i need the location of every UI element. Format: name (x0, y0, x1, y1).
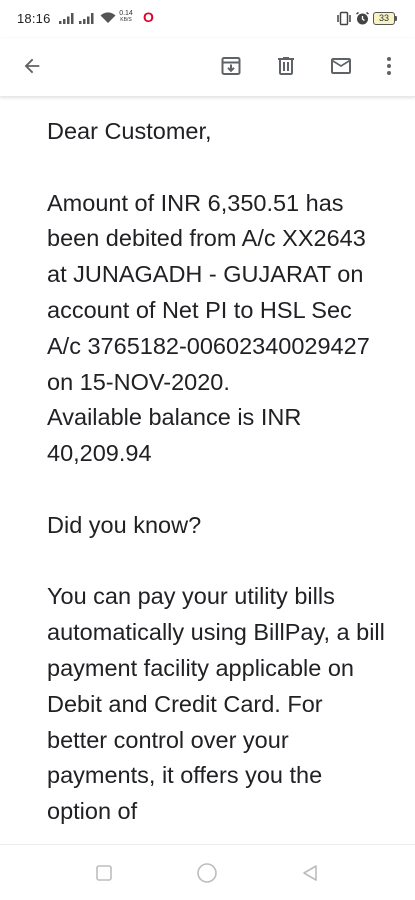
vibrate-icon (337, 11, 351, 26)
battery-icon: 33 (373, 12, 395, 25)
network-speed: 0.14 KB/S (119, 10, 133, 23)
back-icon (303, 865, 317, 881)
more-vert-icon (387, 57, 391, 75)
alarm-icon (356, 11, 369, 25)
back-arrow-icon (24, 58, 40, 74)
wifi-icon (100, 12, 116, 23)
signal-icon (79, 13, 94, 24)
email-body: Dear Customer, Amount of INR 6,350.51 ha… (47, 118, 385, 825)
status-time: 18:16 (17, 11, 51, 26)
battery-tip (395, 16, 397, 21)
archive-icon (221, 57, 241, 75)
home-icon (197, 863, 217, 883)
opera-icon: O (143, 9, 154, 25)
delete-button[interactable] (266, 46, 306, 86)
mail-icon (331, 58, 351, 74)
recents-button[interactable] (91, 860, 117, 886)
mark-unread-button[interactable] (321, 46, 361, 86)
delete-icon (278, 57, 294, 75)
system-back-button[interactable] (297, 860, 323, 886)
more-options-button[interactable] (369, 46, 409, 86)
home-button[interactable] (194, 860, 220, 886)
navigation-bar (0, 844, 415, 900)
archive-button[interactable] (211, 46, 251, 86)
back-button[interactable] (12, 46, 52, 86)
email-toolbar (0, 38, 415, 97)
status-bar: 18:16 0.14 KB/S O 33 (0, 0, 415, 38)
recents-icon (96, 865, 112, 881)
signal-icon (59, 13, 74, 24)
